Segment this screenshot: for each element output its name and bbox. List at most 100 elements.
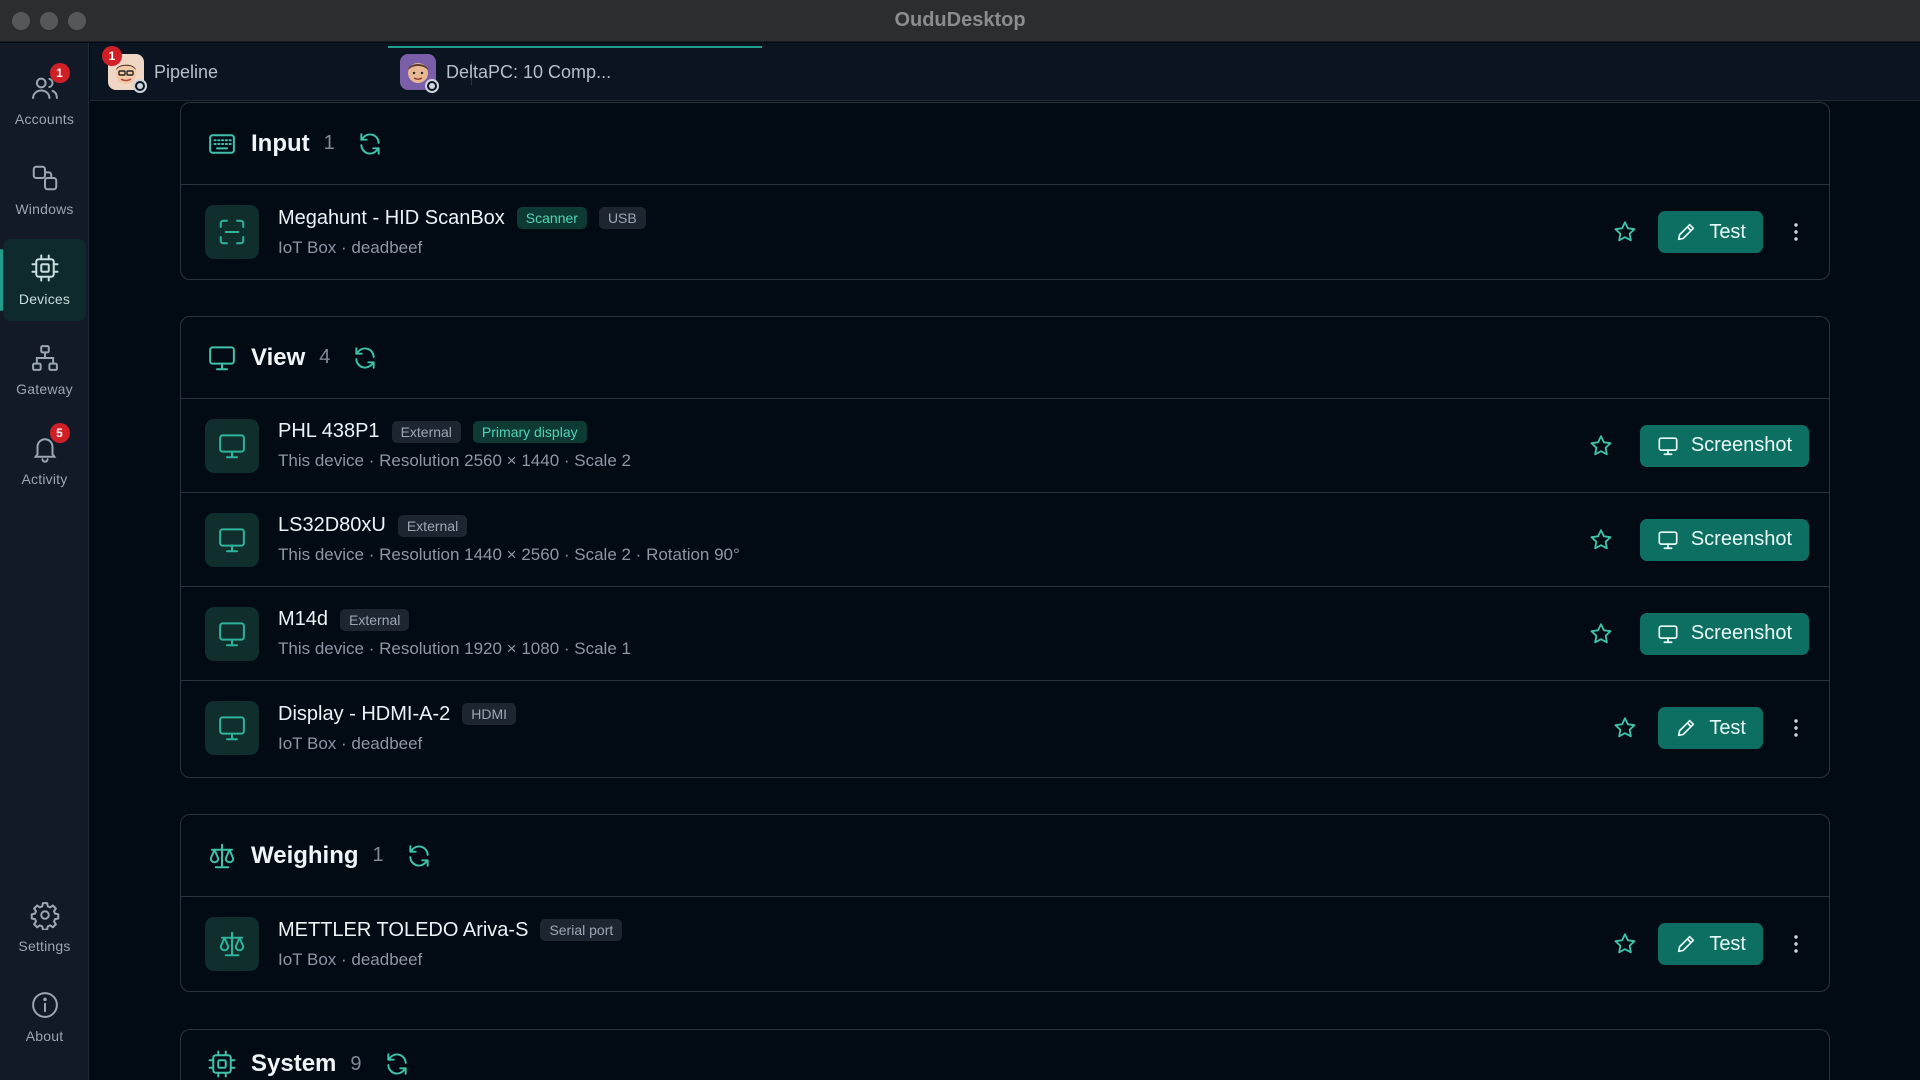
device-name: LS32D80xU xyxy=(278,514,386,536)
sidebar-item-settings[interactable]: Settings xyxy=(3,886,86,968)
section-count: 4 xyxy=(319,346,331,368)
avatar xyxy=(400,54,439,93)
more-options-icon[interactable] xyxy=(1783,219,1809,245)
test-button[interactable]: Test xyxy=(1658,923,1763,965)
window-controls xyxy=(12,12,86,30)
sidebar-item-label: Accounts xyxy=(14,111,75,127)
section-title: Weighing xyxy=(251,841,359,869)
scan-icon xyxy=(205,205,259,259)
favorite-star-icon[interactable] xyxy=(1612,219,1638,245)
sidebar-item-gateway[interactable]: Gateway xyxy=(3,329,86,411)
section-weighing: Weighing 1 METTLER TOLEDO Ariva-S Serial… xyxy=(180,814,1830,992)
sidebar: 1 Accounts Windows Devices Gateway 5 Act… xyxy=(0,43,89,1080)
tab-label: DeltaPC: 10 Comp... xyxy=(446,61,612,82)
favorite-star-icon[interactable] xyxy=(1588,527,1614,553)
test-button[interactable]: Test xyxy=(1658,211,1763,253)
more-options-icon[interactable] xyxy=(1783,931,1809,957)
close-window-button[interactable] xyxy=(12,12,30,30)
activity-badge: 5 xyxy=(49,423,70,443)
avatar: 1 xyxy=(102,46,147,93)
device-name: METTLER TOLEDO Ariva-S xyxy=(278,918,529,941)
device-details: This device · Resolution 2560 × 1440 · S… xyxy=(278,451,631,470)
sidebar-item-devices[interactable]: Devices xyxy=(0,239,86,321)
gear-icon xyxy=(30,900,60,930)
monitor-icon xyxy=(1657,529,1679,551)
app-title: OuduDesktop xyxy=(894,9,1026,31)
windows-icon xyxy=(30,163,60,193)
section-count: 9 xyxy=(350,1052,362,1075)
device-details: IoT Box · deadbeef xyxy=(278,733,423,753)
device-details: IoT Box · deadbeef xyxy=(278,237,423,257)
users-icon: 1 xyxy=(30,63,70,103)
scale-icon xyxy=(205,917,259,971)
device-row: Megahunt - HID ScanBox Scanner USB IoT B… xyxy=(181,185,1829,279)
favorite-star-icon[interactable] xyxy=(1612,715,1638,741)
pencil-icon xyxy=(1675,221,1697,243)
screenshot-button[interactable]: Screenshot xyxy=(1639,612,1809,655)
minimize-window-button[interactable] xyxy=(40,12,58,30)
refresh-icon[interactable] xyxy=(352,345,378,371)
tab-pipeline[interactable]: 1 Pipeline xyxy=(102,43,219,101)
info-icon xyxy=(30,990,60,1020)
device-tag: External xyxy=(340,608,410,631)
refresh-icon[interactable] xyxy=(406,843,432,869)
title-bar: OuduDesktop xyxy=(0,0,1920,42)
more-options-icon[interactable] xyxy=(1783,715,1809,741)
bell-icon: 5 xyxy=(30,423,70,463)
device-tag: HDMI xyxy=(462,703,517,725)
keyboard-icon xyxy=(207,129,237,159)
favorite-star-icon[interactable] xyxy=(1588,433,1614,459)
device-tag: External xyxy=(391,420,461,443)
sidebar-item-label: Activity xyxy=(21,471,68,487)
device-name: Display - HDMI-A-2 xyxy=(278,702,451,725)
device-row: METTLER TOLEDO Ariva-S Serial port IoT B… xyxy=(181,897,1829,991)
section-system: System 9 xyxy=(180,1029,1830,1080)
sidebar-item-windows[interactable]: Windows xyxy=(3,149,86,231)
maximize-window-button[interactable] xyxy=(68,12,86,30)
network-icon xyxy=(30,343,60,373)
refresh-icon[interactable] xyxy=(384,1051,410,1077)
pencil-icon xyxy=(1675,717,1697,739)
monitor-icon xyxy=(205,512,259,567)
device-name: M14d xyxy=(278,608,329,630)
favorite-star-icon[interactable] xyxy=(1588,621,1614,647)
section-count: 1 xyxy=(323,132,335,154)
section-title: Input xyxy=(251,129,310,157)
sidebar-item-label: Settings xyxy=(18,938,71,954)
section-header: Weighing 1 xyxy=(181,815,1829,897)
test-button[interactable]: Test xyxy=(1658,707,1763,749)
scale-icon xyxy=(207,841,237,871)
section-count: 1 xyxy=(372,844,384,866)
refresh-icon[interactable] xyxy=(357,131,383,157)
sidebar-item-label: Windows xyxy=(15,201,74,217)
monitor-icon xyxy=(205,418,259,473)
screenshot-button[interactable]: Screenshot xyxy=(1639,424,1809,467)
device-name: PHL 438P1 xyxy=(278,420,380,442)
tab-deltapc[interactable]: DeltaPC: 10 Comp... xyxy=(388,43,762,101)
sidebar-item-accounts[interactable]: 1 Accounts xyxy=(3,59,86,141)
sidebar-item-label: Gateway xyxy=(16,381,73,397)
device-details: IoT Box · deadbeef xyxy=(278,949,423,969)
sidebar-item-activity[interactable]: 5 Activity xyxy=(3,419,86,501)
sidebar-item-label: Devices xyxy=(18,291,71,307)
pencil-icon xyxy=(1675,933,1697,955)
chip-icon xyxy=(30,253,60,283)
device-details: This device · Resolution 1440 × 2560 · S… xyxy=(278,545,740,564)
monitor-icon xyxy=(1657,623,1679,645)
sidebar-item-about[interactable]: About xyxy=(3,976,86,1058)
device-row: Display - HDMI-A-2 HDMI IoT Box · deadbe… xyxy=(181,681,1829,775)
section-view: View 4 PHL 438P1 External Primary displa… xyxy=(180,316,1830,778)
screenshot-button[interactable]: Screenshot xyxy=(1639,518,1809,561)
device-name: Megahunt - HID ScanBox xyxy=(278,206,505,229)
tab-bar: 1 Pipeline DeltaPC: 10 Comp... xyxy=(90,43,1920,101)
device-tag: Serial port xyxy=(540,919,623,941)
device-tag: USB xyxy=(598,207,646,229)
tab-label: Pipeline xyxy=(154,61,219,82)
device-tag: External xyxy=(397,514,468,537)
tab-badge: 1 xyxy=(102,46,122,66)
favorite-star-icon[interactable] xyxy=(1612,931,1638,957)
sidebar-item-label: About xyxy=(25,1028,64,1044)
section-header: Input 1 xyxy=(181,103,1829,185)
section-header: System 9 xyxy=(181,1030,1829,1078)
monitor-icon xyxy=(1657,435,1679,457)
